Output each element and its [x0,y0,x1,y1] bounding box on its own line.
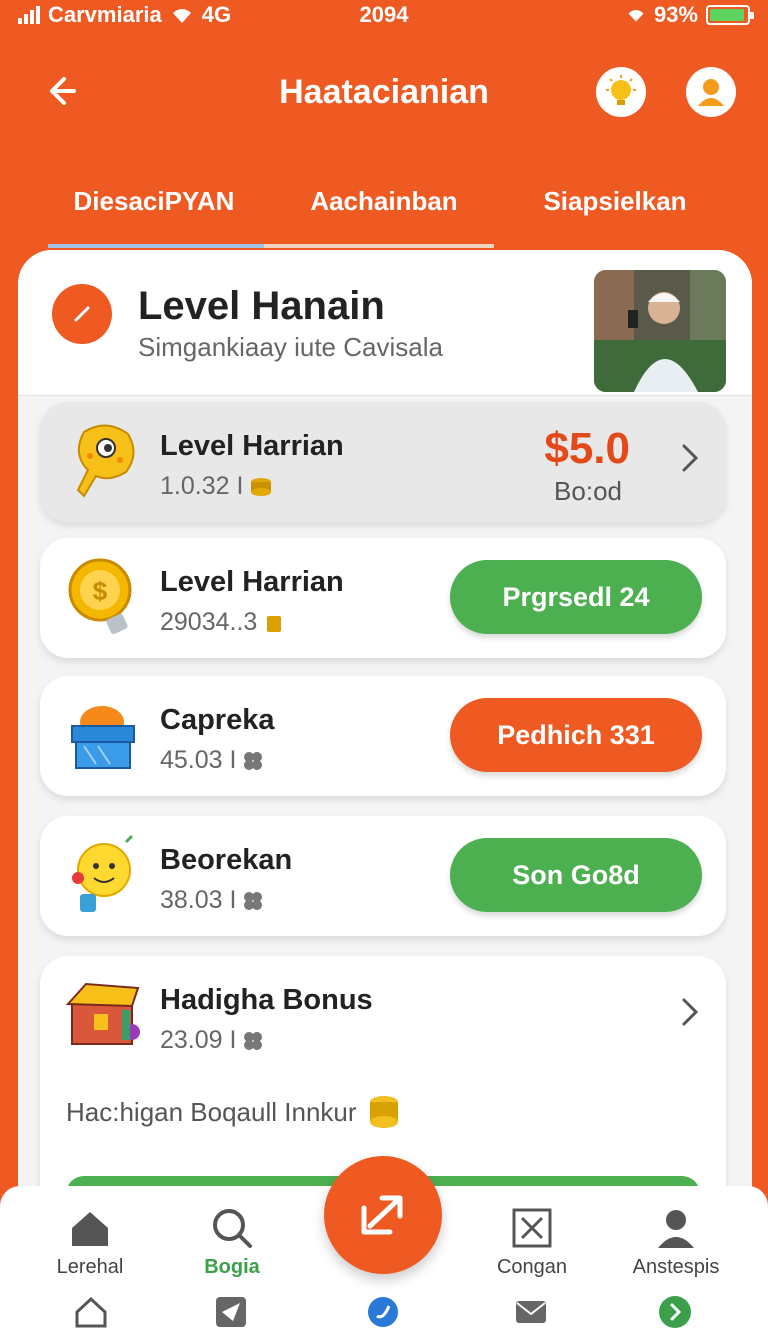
item-meta: 45.03 I [160,746,264,775]
list-item[interactable]: Level Harrian 1.0.32 I $5.0 Bo:od [40,402,726,522]
treasure-chest-icon [65,974,142,1058]
phone-icon[interactable] [358,1292,408,1332]
level-hero: Level Hanain Simgankiaay iute Cavisala [18,250,752,396]
item-meta: 1.0.32 I [160,472,273,501]
lightbulb-button[interactable] [596,67,646,117]
item-meta-value: 1.0.32 I [160,472,244,500]
hero-photo [594,270,726,392]
bottom-nav: Lerehal Bogia Congan Anstespis [0,1156,768,1344]
item-meta-value: 29034..3 [160,608,258,636]
avatar-icon [698,79,724,106]
chevron-right-icon [678,440,702,476]
tab-aachainban[interactable]: Aachainban [270,186,498,217]
level-badge [52,284,112,344]
nav-home[interactable]: Lerehal [20,1206,160,1279]
send-icon[interactable] [206,1292,256,1332]
home-outline-icon[interactable] [66,1292,116,1332]
slash-icon [74,306,90,322]
tab-bar: DiesaciPYAN Aachainban Siapsielkan [0,170,768,248]
item-name: Level Harrian [160,430,344,462]
lightbulb-icon [606,75,636,105]
list-item[interactable]: Beorekan 38.03 I Son Go8d [40,816,726,936]
nav-home-label: Lerehal [56,1256,124,1278]
user-icon [658,1210,694,1248]
clover-icon [244,891,263,910]
nav-profile[interactable]: Anstespis [606,1206,746,1279]
nav-congan[interactable]: Congan [462,1206,602,1279]
item-meta-value: 45.03 I [160,746,237,774]
nav-search-label: Bogia [204,1256,260,1278]
coin-bulb-icon: $ [66,556,142,640]
center-action-button[interactable] [324,1156,442,1274]
item-meta: 29034..3 [160,608,285,637]
gift-box-icon [66,694,142,778]
svg-text:$: $ [93,576,108,606]
arrow-circle-icon[interactable] [650,1292,700,1332]
home-icon [72,1212,108,1246]
hero-title: Level Hanain [138,284,385,328]
gold-button[interactable]: Son Go8d [450,838,702,912]
arrow-icon [361,1195,403,1235]
hero-subtitle: Simgankiaay iute Cavisala [138,332,443,362]
bonus-title: Hadigha Bonus [160,984,373,1016]
item-name: Level Harrian [160,566,344,598]
coin-icon [267,615,282,632]
page-title: Haatacianian [279,73,489,111]
profile-button[interactable] [686,67,736,117]
nav-search[interactable]: Bogia [162,1206,302,1279]
item-meta-value: 38.03 I [160,886,237,914]
item-name: Beorekan [160,844,293,876]
main-card: Level Hanain Simgankiaay iute Cavisala L… [18,250,752,1250]
tab-indicator [48,244,264,248]
battery-icon [706,5,754,25]
bonus-meta: 23.09 I [160,1026,264,1055]
coin-icon [369,1096,398,1128]
bonus-note: Hac:higan Boqaull Innkur [66,1094,401,1130]
search-icon [213,1209,252,1248]
tab-diesacipyan[interactable]: DiesaciPYAN [40,186,268,217]
clock: 2094 [359,2,409,27]
bonus-note-text: Hac:higan Boqaull Innkur [66,1096,357,1127]
sun-character-icon [66,834,142,918]
mascot-icon [66,420,142,504]
clover-icon [244,751,263,770]
item-meta: 38.03 I [160,886,264,915]
nav-congan-label: Congan [496,1256,568,1278]
battery-percent: 93% [653,2,698,27]
list-item[interactable]: Capreka 45.03 I Pedhich 331 [40,676,726,796]
status-bar: Carvmiaria 4G 2094 93% [0,0,768,32]
clover-icon [244,1031,263,1050]
close-box-icon [512,1208,552,1248]
item-price-label: Bo:od [554,476,622,506]
item-name: Capreka [160,704,275,736]
wifi-icon [628,10,644,22]
bonus-meta-value: 23.09 I [160,1026,237,1054]
list-item[interactable]: $ Level Harrian 29034..3 Prgrsedl 24 [40,538,726,658]
tab-indicator [264,244,494,248]
action-button[interactable]: Pedhich 331 [450,698,702,772]
item-price: $5.0 [544,424,630,473]
progress-button[interactable]: Prgrsedl 24 [450,560,702,634]
nav-profile-label: Anstespis [632,1256,720,1278]
mail-icon[interactable] [506,1292,556,1332]
tab-siapsielkan[interactable]: Siapsielkan [500,186,730,217]
chevron-right-icon [678,994,702,1030]
app-header: Haatacianian [0,55,768,135]
coin-stack-icon [251,477,272,496]
